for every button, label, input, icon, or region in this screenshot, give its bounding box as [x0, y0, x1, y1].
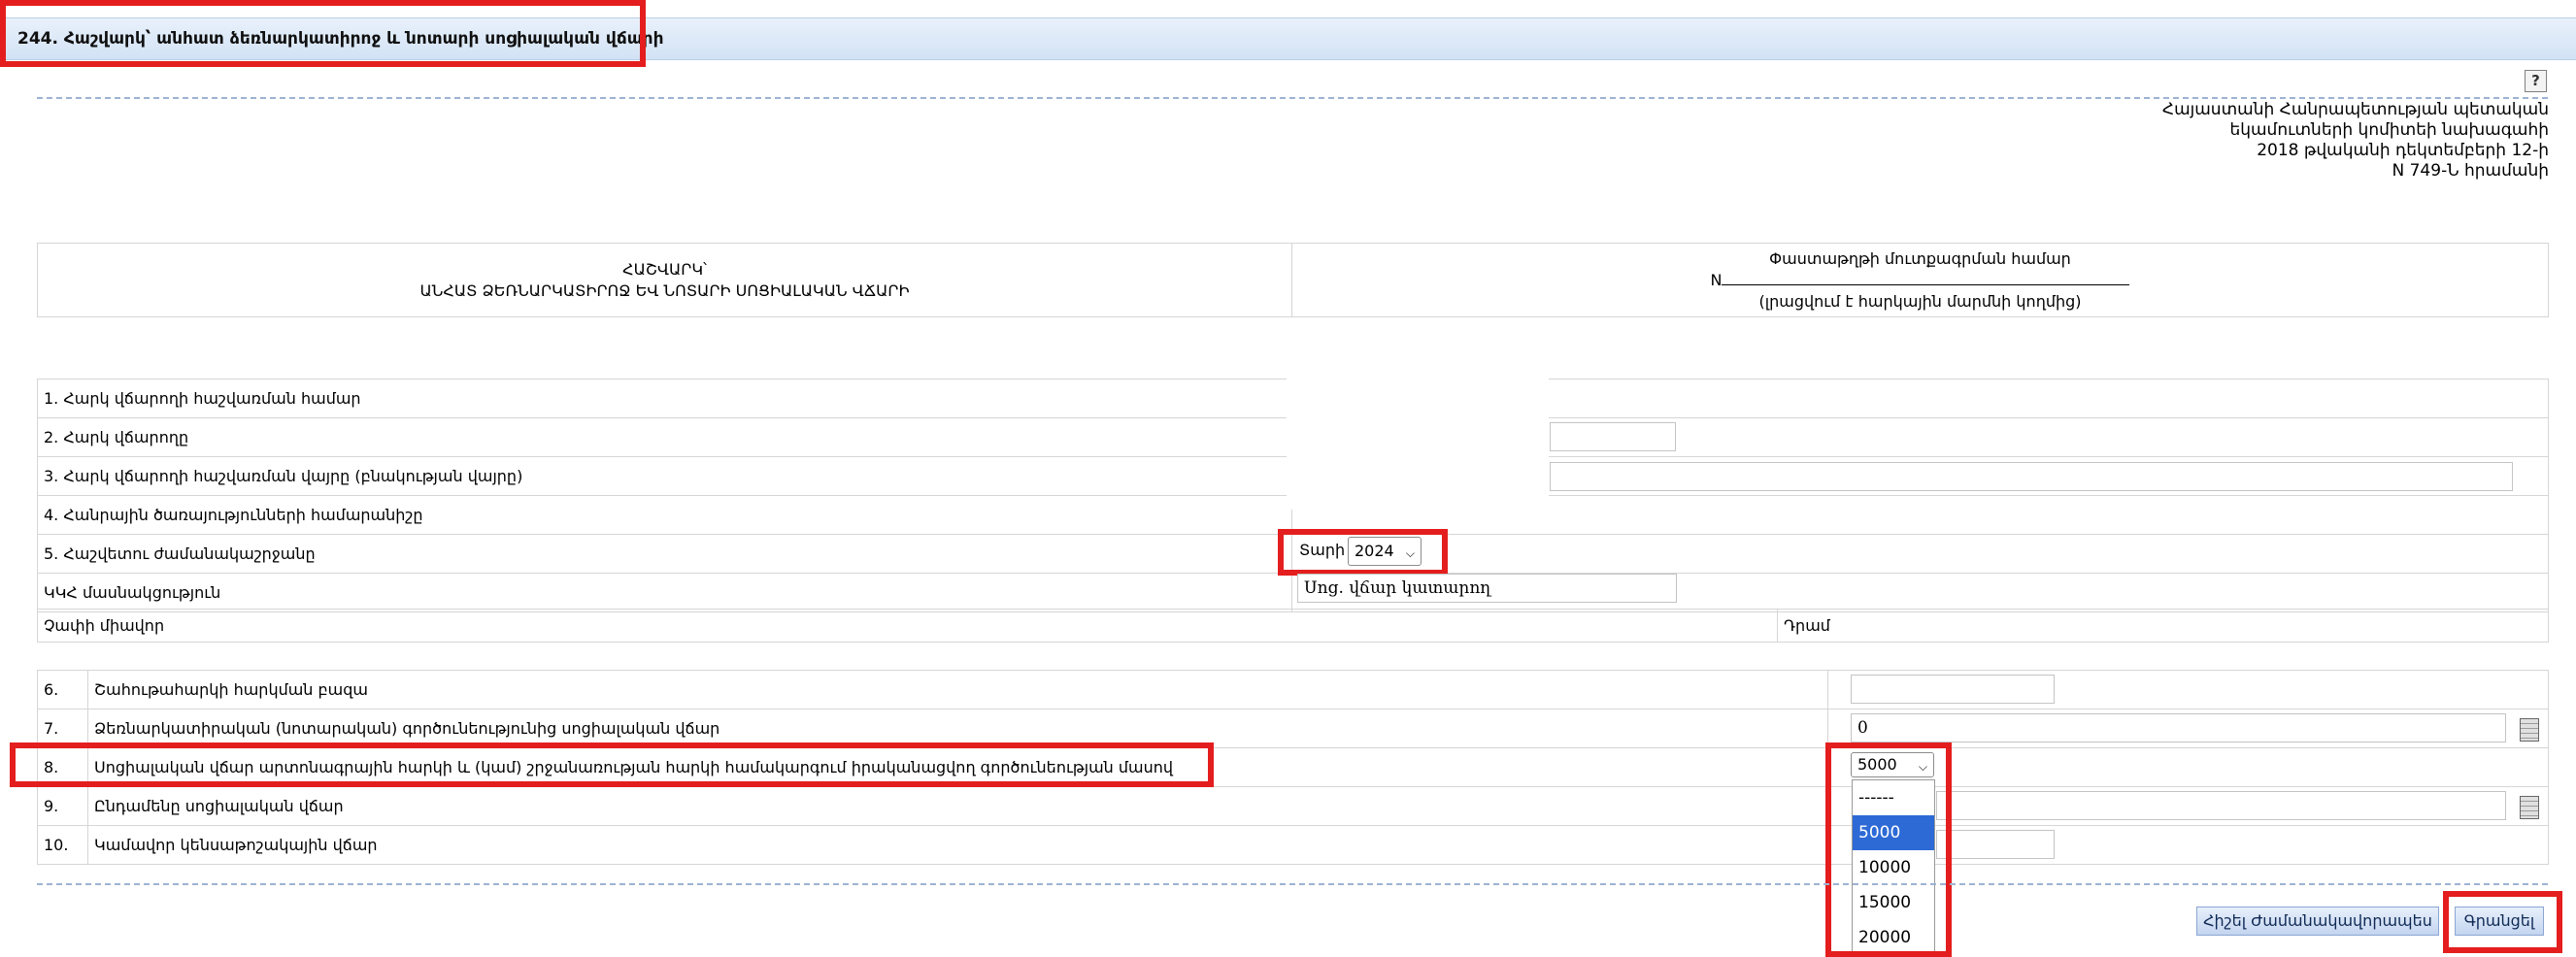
- form-name-line2: ԱՆՀԱՏ ՁԵՌՆԱՐԿԱՏԻՐՈՋ ԵՎ ՆՈՏԱՐԻ ՍՈՑԻԱԼԱԿԱՆ…: [419, 280, 910, 300]
- unit-value: Դրամ: [1777, 609, 2549, 643]
- info-row-label: 1. Հարկ վճարողի հաշվառման համար: [37, 379, 1292, 418]
- items-table: 6. Շահութահարկի հարկման բազա 7. Ձեռնարկա…: [37, 670, 2549, 865]
- info-row-label: 4. Հանրային ծառայությունների համարանիշը: [37, 495, 1292, 535]
- dropdown-option[interactable]: ------: [1853, 780, 1934, 815]
- item-label: Կամավոր կենսաթոշակային վճար: [87, 825, 1828, 865]
- chevron-down-icon: ⌵: [1405, 546, 1415, 560]
- kkh-value: Սոց. վճար կատարող: [1304, 578, 1491, 598]
- dropdown-option-selected[interactable]: 5000: [1853, 815, 1934, 850]
- table-row: 10. Կամավոր կենսաթոշակային վճար: [37, 825, 2549, 865]
- patent-social-fee-options[interactable]: ------ 5000 10000 15000 20000: [1852, 779, 1935, 954]
- calculator-icon[interactable]: [2520, 796, 2539, 819]
- profit-tax-base-input[interactable]: [1851, 675, 2055, 704]
- save-temporarily-button[interactable]: Հիշել Ժամանակավորապես: [2196, 907, 2439, 936]
- chevron-down-icon: ⌵: [1918, 760, 1927, 774]
- form-name-line1: ՀԱՇՎԱՐԿ՝: [622, 259, 707, 279]
- voluntary-pension-input[interactable]: [1936, 830, 2055, 859]
- business-social-fee-input[interactable]: 0: [1851, 713, 2506, 742]
- bottom-divider: [37, 883, 2548, 885]
- top-divider: [37, 97, 2548, 99]
- decree-line: 2018 թվականի դեկտեմբերի 12-ի: [2257, 141, 2549, 160]
- total-social-fee-input[interactable]: [1936, 791, 2506, 820]
- info-row-value: [1291, 534, 2549, 574]
- register-button[interactable]: Գրանցել: [2455, 907, 2544, 936]
- year-select-value: 2024: [1355, 542, 1394, 560]
- registration-number: N: [1298, 270, 2542, 291]
- info-row-label: 3. Հարկ վճարողի հաշվառման վայրը (բնակութ…: [37, 456, 1292, 496]
- registration-title: Փաստաթղթի մուտքագրման համար: [1769, 248, 2071, 268]
- year-label: Տարի: [1299, 541, 1346, 559]
- business-social-fee-value: 0: [1857, 718, 1868, 738]
- item-number: 7.: [37, 709, 88, 748]
- registration-number-prefix: N: [1710, 270, 1723, 289]
- header-right: Փաստաթղթի մուտքագրման համար N (լրացվում …: [1291, 243, 2549, 317]
- info-row-label: ԿԿՀ մասնակցություն: [37, 573, 1292, 612]
- item-number: 10.: [37, 825, 88, 865]
- header-table: ՀԱՇՎԱՐԿ՝ ԱՆՀԱՏ ՁԵՌՆԱՐԿԱՏԻՐՈՋ ԵՎ ՆՈՏԱՐԻ Ս…: [37, 243, 2549, 317]
- decree-note: Հայաստանի Հանրապետության պետական եկամուտ…: [2162, 100, 2549, 182]
- item-number: 6.: [37, 670, 88, 710]
- decree-line: Հայաստանի Հանրապետության պետական: [2161, 100, 2549, 119]
- header-left: ՀԱՇՎԱՐԿ՝ ԱՆՀԱՏ ՁԵՌՆԱՐԿԱՏԻՐՈՋ ԵՎ ՆՈՏԱՐԻ Ս…: [37, 243, 1292, 317]
- item-label: Ձեռնարկատիրական (նոտարական) գործունեությ…: [87, 709, 1828, 748]
- table-row: 8. Սոցիալական վճար արտոնագրային հարկի և …: [37, 747, 2549, 787]
- registration-number-blank: [1722, 272, 2130, 285]
- item-number: 9.: [37, 786, 88, 826]
- kkh-input[interactable]: Սոց. վճար կատարող: [1297, 574, 1677, 603]
- registration-note: (լրացվում է հարկային մարմնի կողմից): [1758, 291, 2082, 311]
- item-label: Սոցիալական վճար արտոնագրային հարկի և (կա…: [87, 747, 1828, 787]
- item-number: 8.: [37, 747, 88, 787]
- item-label: Շահութահարկի հարկման բազա: [87, 670, 1828, 710]
- decree-line: եկամուտների կոմիտեի նախագահի: [2229, 120, 2549, 140]
- dropdown-option[interactable]: 10000: [1853, 850, 1934, 885]
- year-select[interactable]: 2024 ⌵: [1348, 537, 1422, 566]
- help-icon[interactable]: ?: [2525, 70, 2547, 92]
- info-row-label: 2. Հարկ վճարողը: [37, 417, 1292, 457]
- table-row: 6. Շահութահարկի հարկման բազա: [37, 670, 2549, 710]
- dropdown-option[interactable]: 20000: [1853, 920, 1934, 955]
- dropdown-option[interactable]: 15000: [1853, 885, 1934, 920]
- redacted-area: [1287, 374, 1549, 510]
- item-label: Ընդամենը սոցիալական վճար: [87, 786, 1828, 826]
- decree-line: N 749-Ն հրամանի: [2392, 161, 2550, 181]
- item-value-cell: [1827, 747, 2549, 787]
- patent-social-fee-select[interactable]: 5000 ⌵: [1851, 752, 1934, 777]
- unit-label: Չափի միավոր: [37, 609, 1778, 643]
- taxpayer-address-input[interactable]: [1550, 462, 2513, 491]
- unit-table: Չափի միավոր Դրամ: [37, 609, 2549, 643]
- calculator-icon[interactable]: [2520, 718, 2539, 742]
- patent-social-fee-value: 5000: [1857, 755, 1897, 774]
- page-title: 244. Հաշվարկ՝ անհատ ձեռնարկատիրոջ և նոտա…: [17, 29, 664, 49]
- taxpayer-name-input[interactable]: [1550, 422, 1676, 451]
- info-row-label: 5. Հաշվետու ժամանակաշրջանը: [37, 534, 1292, 574]
